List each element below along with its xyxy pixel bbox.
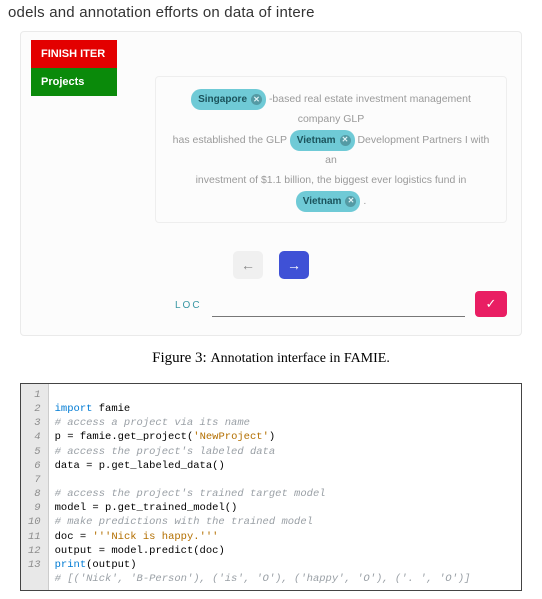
cropped-paragraph-text: odels and annotation efforts on data of …	[0, 0, 542, 25]
close-icon[interactable]: ✕	[340, 135, 351, 146]
entity-type-label[interactable]: LOC	[175, 300, 202, 311]
annotation-text-panel: Singapore ✕ -based real estate investmen…	[155, 76, 507, 223]
text-span: -based real estate investment management…	[269, 93, 471, 125]
caption-body: Annotation interface in FAMIE.	[210, 351, 389, 366]
projects-button[interactable]: Projects	[31, 68, 117, 96]
text-span: has established the GLP	[173, 134, 287, 146]
arrow-right-icon: →	[287, 257, 301, 273]
nav-row: ← →	[35, 251, 507, 279]
entity-tag[interactable]: Vietnam ✕	[296, 191, 361, 212]
line-numbers: 12345678910111213	[21, 384, 49, 590]
next-button[interactable]: →	[279, 251, 309, 279]
bottom-row: LOC ✓	[175, 291, 507, 317]
caption-prefix: Figure 3:	[152, 350, 210, 366]
sidebar-buttons: FINISH ITER Projects	[31, 40, 117, 96]
confirm-button[interactable]: ✓	[475, 291, 507, 317]
arrow-left-icon: ←	[241, 257, 255, 273]
annotation-ui-screenshot: FINISH ITER Projects Singapore ✕ -based …	[20, 31, 522, 336]
close-icon[interactable]: ✕	[345, 196, 356, 207]
entity-tag[interactable]: Singapore ✕	[191, 89, 266, 110]
code-content: import famie # access a project via its …	[49, 384, 521, 590]
prev-button[interactable]: ←	[233, 251, 263, 279]
text-span: investment of $1.1 billion, the biggest …	[196, 174, 467, 186]
entity-label: Vietnam	[297, 131, 336, 150]
close-icon[interactable]: ✕	[251, 94, 262, 105]
finish-iter-button[interactable]: FINISH ITER	[31, 40, 117, 68]
entity-label: Vietnam	[303, 192, 342, 211]
figure-caption: Figure 3: Annotation interface in FAMIE.	[0, 350, 542, 367]
entity-label: Singapore	[198, 90, 247, 109]
text-input-underline[interactable]	[212, 299, 465, 317]
code-listing: 12345678910111213 import famie # access …	[20, 383, 522, 591]
text-span: .	[363, 195, 366, 207]
check-icon: ✓	[486, 296, 497, 312]
entity-tag[interactable]: Vietnam ✕	[290, 130, 355, 151]
